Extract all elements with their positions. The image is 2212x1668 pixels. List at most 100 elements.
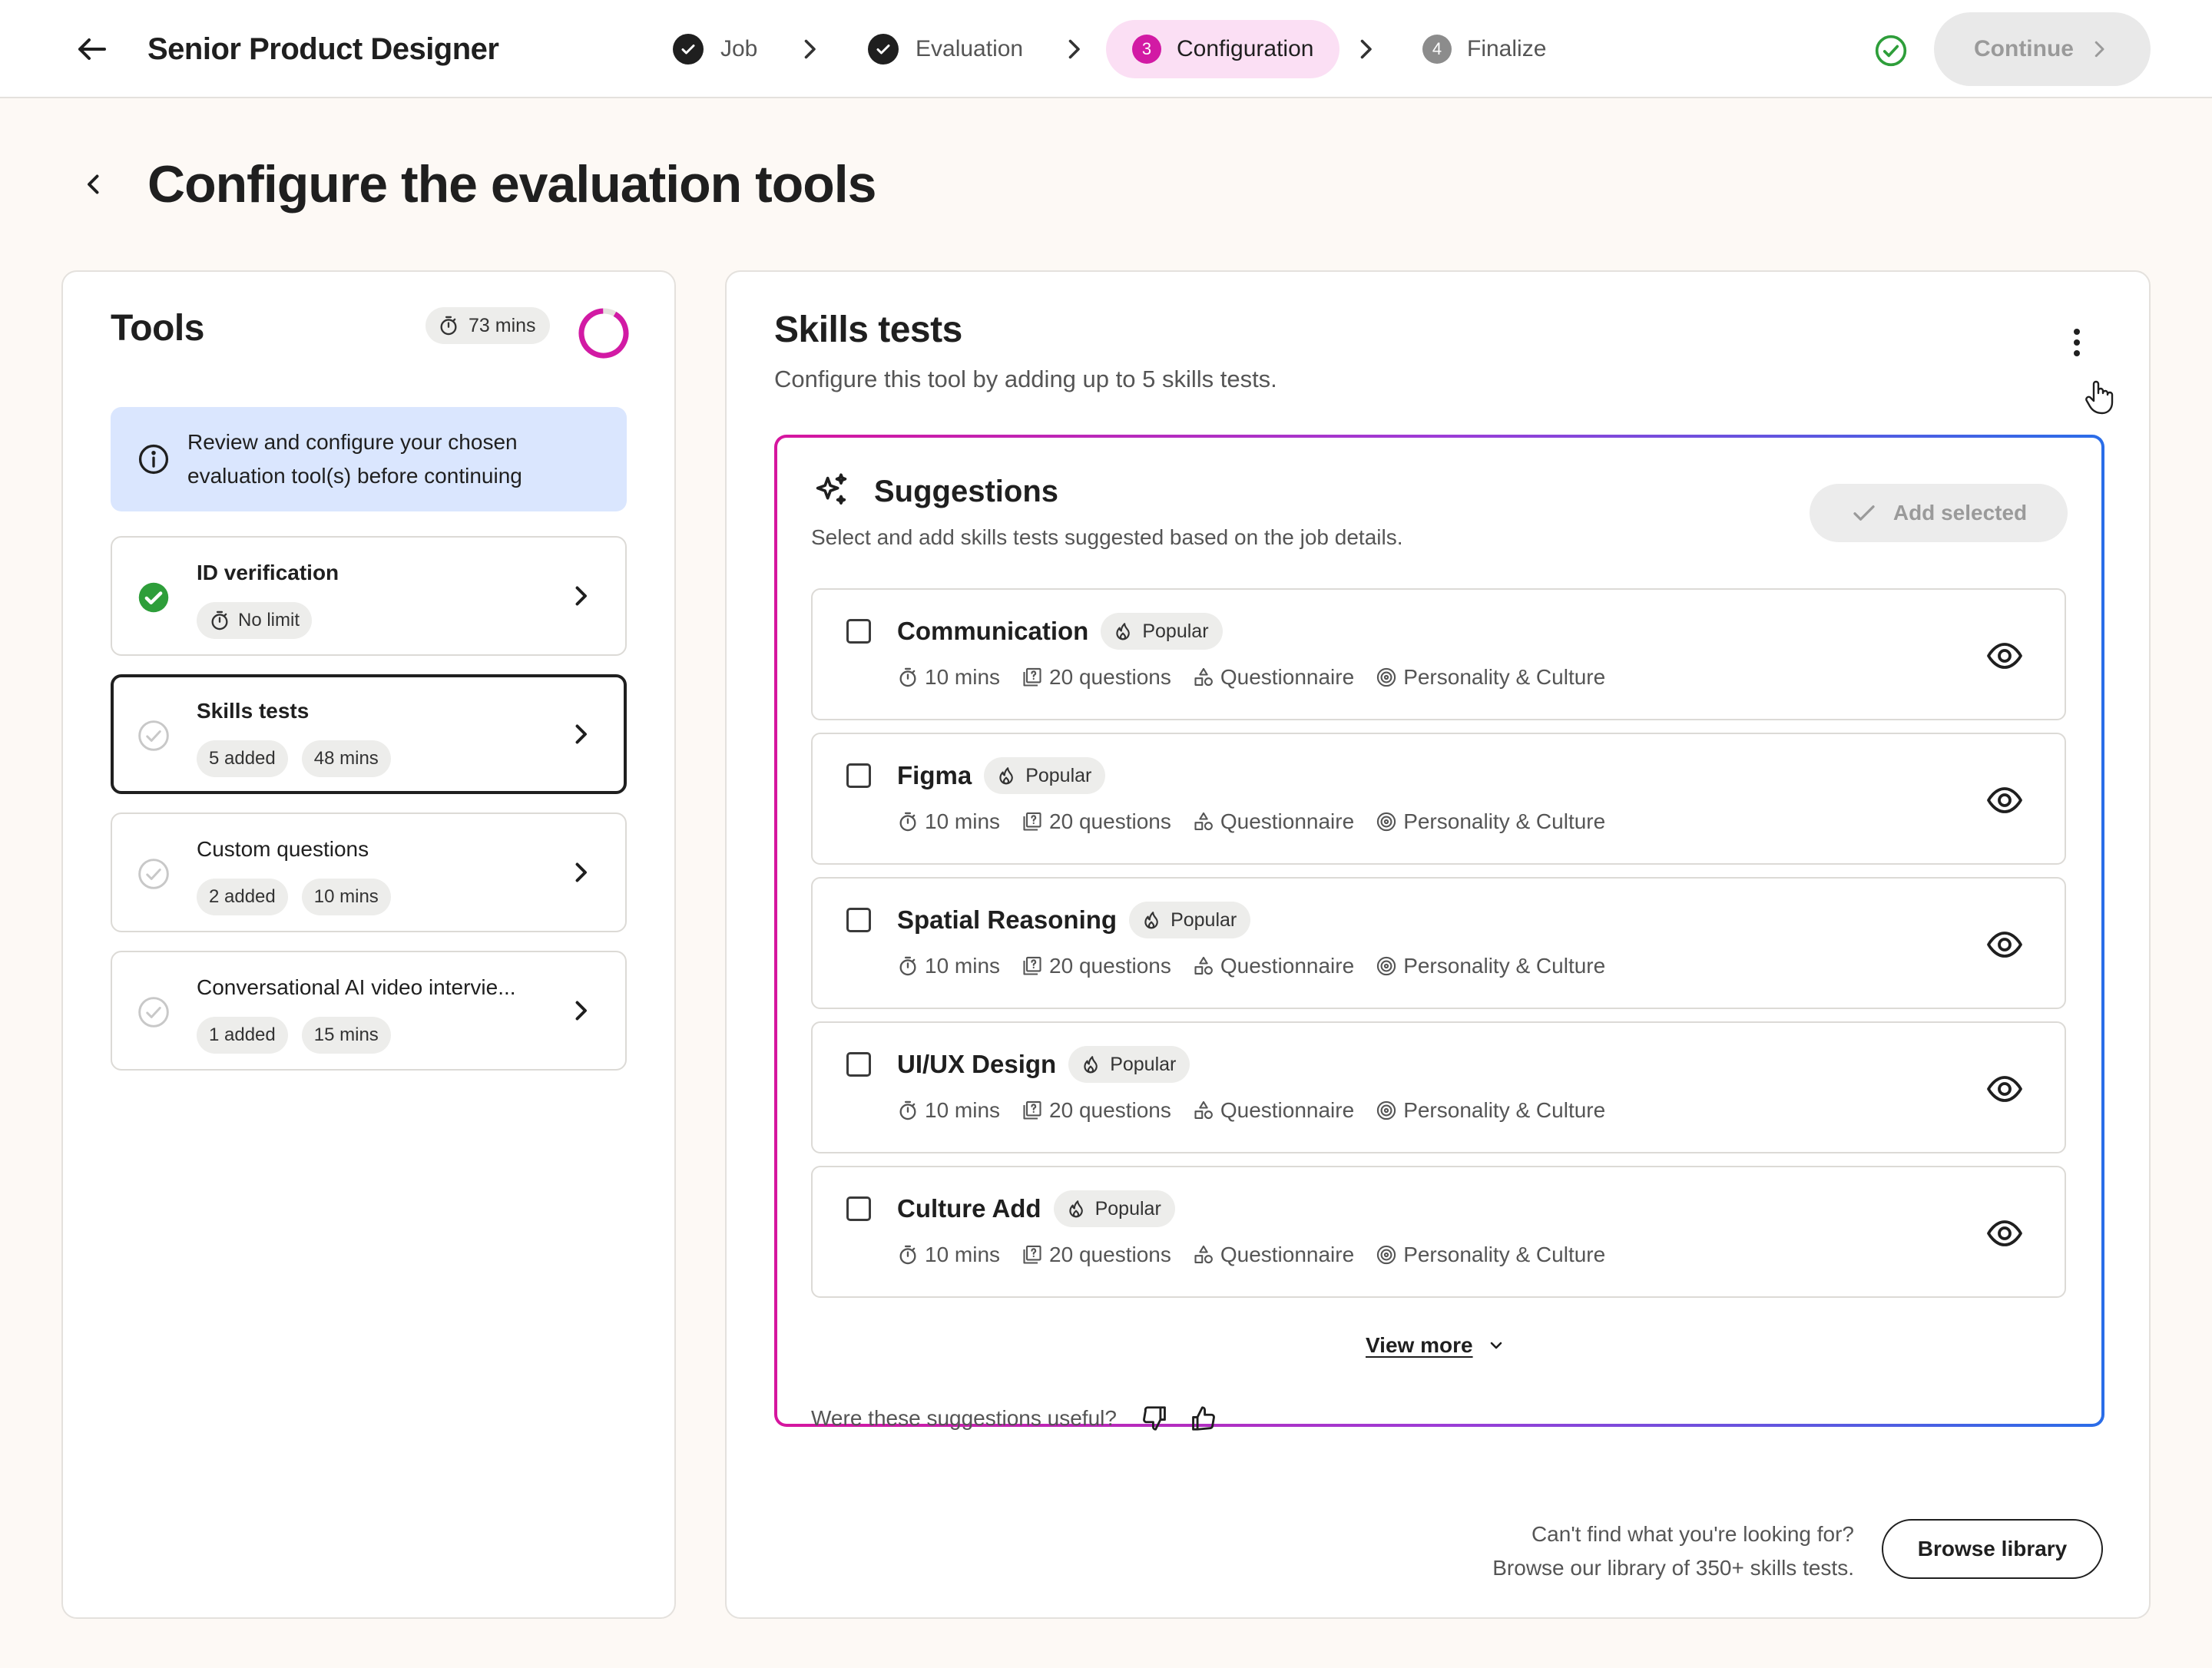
test-format: Questionnaire — [1193, 1243, 1354, 1267]
tool-tag: 48 mins — [301, 740, 391, 777]
tool-tag: 15 mins — [301, 1017, 391, 1054]
add-selected-button[interactable]: Add selected — [1810, 484, 2068, 542]
thumbs-up-icon[interactable] — [1189, 1404, 1218, 1433]
test-checkbox[interactable] — [846, 908, 871, 932]
shapes-icon — [1194, 812, 1213, 831]
popular-label: Popular — [1025, 764, 1092, 786]
target-icon — [1377, 1100, 1396, 1120]
shapes-icon — [1194, 956, 1213, 975]
test-questions-text: 20 questions — [1049, 1243, 1171, 1266]
test-checkbox[interactable] — [846, 1196, 871, 1221]
test-name: Culture Add — [897, 1194, 1041, 1223]
chevron-right-icon — [575, 724, 587, 744]
test-questions-text: 20 questions — [1049, 1098, 1171, 1122]
thumbs-down-icon[interactable] — [1140, 1404, 1169, 1433]
hand-cursor-icon — [2085, 380, 2114, 415]
saved-check-icon — [1875, 35, 1907, 67]
info-text: Review and configure your chosen evaluat… — [187, 430, 522, 488]
tool-tag: 1 added — [197, 1017, 288, 1054]
suggestions-title: Suggestions — [874, 475, 1059, 508]
step-label: Evaluation — [916, 36, 1024, 61]
shapes-icon — [1194, 1245, 1213, 1264]
popular-badge: Popular — [1129, 902, 1251, 938]
chevron-right-icon — [575, 862, 587, 882]
tool-card-ai-video-interview[interactable]: Conversational AI video intervie... 1 ad… — [111, 951, 627, 1071]
tool-card-id-verification[interactable]: ID verification No limit — [111, 536, 627, 656]
check-circle-filled-icon — [138, 582, 169, 613]
step-number: 4 — [1422, 35, 1452, 64]
test-format-text: Questionnaire — [1220, 809, 1355, 833]
shapes-icon — [1194, 667, 1213, 687]
test-card[interactable]: Communication Popular 10 mins 20 questions Q… — [811, 588, 2066, 720]
chevron-down-icon — [1490, 1342, 1502, 1349]
step-job[interactable]: Job — [647, 20, 783, 78]
preview-eye-icon[interactable] — [1986, 926, 2023, 963]
chevron-right-icon — [804, 39, 816, 59]
more-options-icon[interactable] — [2063, 326, 2091, 359]
skills-title: Skills tests — [774, 309, 962, 350]
view-more-link[interactable]: View more — [1366, 1333, 1505, 1358]
test-checkbox[interactable] — [846, 763, 871, 788]
test-questions: 20 questions — [1022, 809, 1171, 834]
preview-eye-icon[interactable] — [1986, 1071, 2023, 1107]
tool-tags: No limit — [197, 602, 313, 639]
test-name-row: UI/UX Design Popular — [897, 1046, 1190, 1083]
test-category: Personality & Culture — [1376, 1098, 1605, 1123]
chevron-right-icon — [575, 1001, 587, 1021]
test-format-text: Questionnaire — [1220, 665, 1355, 689]
test-meta: 10 mins 20 questions Questionnaire Personal… — [897, 665, 1627, 690]
test-duration-text: 10 mins — [925, 809, 1001, 833]
check-circle-icon — [673, 34, 704, 65]
test-format-text: Questionnaire — [1220, 1243, 1355, 1266]
chevron-right-icon — [2094, 41, 2104, 58]
test-name-row: Figma Popular — [897, 757, 1106, 794]
chevron-left-icon[interactable] — [80, 170, 108, 198]
test-questions-text: 20 questions — [1049, 954, 1171, 978]
test-checkbox[interactable] — [846, 1052, 871, 1077]
back-arrow-icon[interactable] — [74, 31, 111, 68]
step-evaluation[interactable]: Evaluation — [842, 20, 1049, 78]
stopwatch-icon — [899, 956, 916, 976]
feedback-question: Were these suggestions useful? — [811, 1406, 1117, 1430]
stopwatch-icon — [440, 316, 457, 336]
preview-eye-icon[interactable] — [1986, 782, 2023, 819]
tool-card-custom-questions[interactable]: Custom questions 2 added 10 mins — [111, 812, 627, 932]
step-number: 3 — [1132, 35, 1161, 64]
test-format: Questionnaire — [1193, 1098, 1354, 1123]
test-card[interactable]: Culture Add Popular 10 mins 20 questions Que… — [811, 1166, 2066, 1298]
test-format: Questionnaire — [1193, 665, 1354, 690]
tool-card-skills-tests[interactable]: Skills tests 5 added 48 mins — [111, 674, 627, 794]
test-name-row: Culture Add Popular — [897, 1190, 1175, 1227]
tool-tag: 5 added — [197, 740, 288, 777]
tool-tag: 2 added — [197, 879, 288, 915]
stopwatch-icon — [899, 1100, 916, 1120]
preview-eye-icon[interactable] — [1986, 637, 2023, 674]
tool-tags: 2 added 10 mins — [197, 879, 391, 915]
test-category-text: Personality & Culture — [1403, 665, 1606, 689]
test-duration-text: 10 mins — [925, 665, 1001, 689]
preview-eye-icon[interactable] — [1986, 1215, 2023, 1252]
test-name-row: Spatial Reasoning Popular — [897, 902, 1251, 938]
test-card[interactable]: UI/UX Design Popular 10 mins 20 questions Qu… — [811, 1021, 2066, 1153]
total-time: 73 mins — [469, 314, 536, 336]
flame-icon — [1144, 912, 1158, 929]
test-format-text: Questionnaire — [1220, 1098, 1355, 1122]
continue-button[interactable]: Continue — [1934, 12, 2151, 86]
check-circle-icon — [868, 34, 899, 65]
test-meta: 10 mins 20 questions Questionnaire Personal… — [897, 1243, 1627, 1267]
test-category: Personality & Culture — [1376, 954, 1605, 978]
browse-library-button[interactable]: Browse library — [1882, 1519, 2103, 1579]
test-questions: 20 questions — [1022, 954, 1171, 978]
question-list-icon — [1023, 1245, 1041, 1264]
step-finalize[interactable]: 4 Finalize — [1396, 20, 1572, 78]
test-card[interactable]: Spatial Reasoning Popular 10 mins 20 questi… — [811, 877, 2066, 1009]
test-card[interactable]: Figma Popular 10 mins 20 questions Questionn… — [811, 733, 2066, 865]
test-category: Personality & Culture — [1376, 809, 1605, 834]
chevron-right-icon — [575, 586, 587, 606]
test-questions-text: 20 questions — [1049, 809, 1171, 833]
tool-name: Skills tests — [197, 699, 310, 723]
test-name: Communication — [897, 617, 1089, 645]
test-checkbox[interactable] — [846, 619, 871, 644]
stopwatch-icon — [899, 667, 916, 687]
step-configuration[interactable]: 3 Configuration — [1106, 20, 1340, 78]
